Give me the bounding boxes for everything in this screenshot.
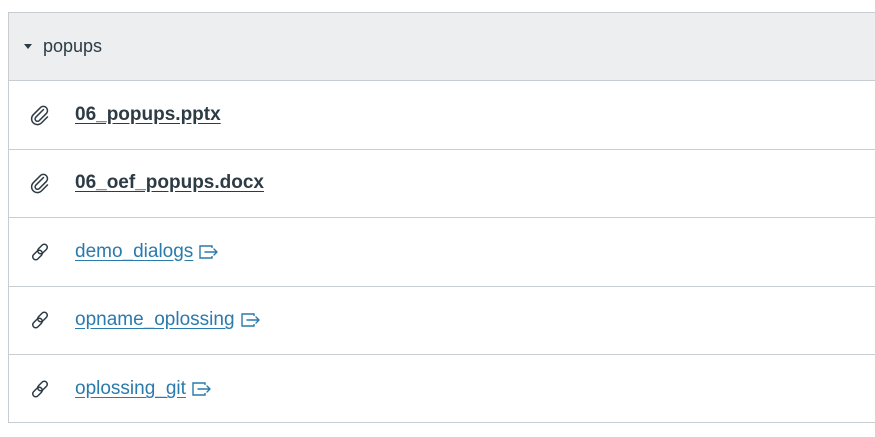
link-icon bbox=[29, 309, 51, 331]
module-header[interactable]: popups bbox=[9, 13, 875, 81]
file-link[interactable]: 06_oef_popups.docx bbox=[75, 172, 264, 194]
external-link[interactable]: opname_oplossing bbox=[75, 309, 235, 331]
external-link-icon bbox=[240, 312, 261, 328]
external-link-label: oplossing_git bbox=[75, 378, 186, 400]
link-icon bbox=[29, 378, 51, 400]
module-item-external-link: opname_oplossing bbox=[9, 287, 875, 355]
caret-down-icon[interactable] bbox=[24, 44, 32, 49]
module-popups: popups 06_popups.pptx 06_oef_popups.docx bbox=[8, 12, 875, 423]
external-link-icon bbox=[199, 244, 219, 260]
module-item-external-link: oplossing_git bbox=[9, 355, 875, 424]
file-link[interactable]: 06_popups.pptx bbox=[75, 104, 221, 126]
module-item-external-link: demo_dialogs bbox=[9, 218, 875, 287]
module-item-file: 06_oef_popups.docx bbox=[9, 150, 875, 218]
link-icon bbox=[29, 241, 51, 263]
external-link-icon bbox=[192, 381, 212, 397]
external-link[interactable]: oplossing_git bbox=[75, 378, 186, 400]
external-link-label: demo_dialogs bbox=[75, 240, 194, 262]
external-link[interactable]: demo_dialogs bbox=[75, 241, 193, 263]
module-title: popups bbox=[43, 36, 103, 56]
external-link-label: opname_oplossing bbox=[75, 309, 235, 331]
paperclip-icon bbox=[29, 172, 51, 194]
module-item-file: 06_popups.pptx bbox=[9, 81, 875, 150]
paperclip-icon bbox=[29, 104, 51, 126]
